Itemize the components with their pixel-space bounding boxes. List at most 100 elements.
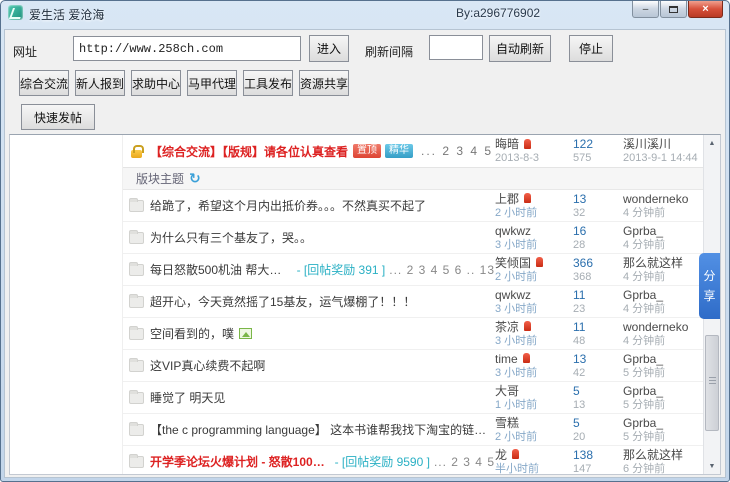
nav-help-center[interactable]: 求助中心 xyxy=(131,70,181,96)
thread-title[interactable]: 超开心，今天竟然摇了15基友，运气爆棚了！！！ xyxy=(150,293,415,310)
thread-last-poster[interactable]: wonderneko xyxy=(623,320,703,334)
thread-pagination[interactable]: ... 2 3 4 5 6 .. 13 xyxy=(389,263,495,277)
thread-last-time: 4 分钟前 xyxy=(623,206,703,220)
quick-post-button[interactable]: 快速发帖 xyxy=(21,104,95,130)
thread-author[interactable]: 雪糕 xyxy=(495,416,519,430)
thread-title[interactable]: 给跪了，希望这个月内出抵价券。。。不然真买不起了 xyxy=(150,197,426,214)
thread-post-time: 3 小时前 xyxy=(495,302,573,316)
thread-view-count: 368 xyxy=(573,270,623,284)
share-tab[interactable]: 分享 xyxy=(699,253,720,319)
thread-folder-icon xyxy=(129,264,144,276)
thread-reply-count: 366 xyxy=(573,256,623,270)
sticky-author[interactable]: 晦暗 xyxy=(495,137,519,151)
thread-author[interactable]: qwkwz xyxy=(495,288,531,302)
thread-last-poster[interactable]: wonderneko xyxy=(623,192,703,206)
forum-nav: 综合交流 新人报到 求助中心 马甲代理 工具发布 资源共享 xyxy=(19,70,349,96)
title-bar[interactable]: 爱生活 爱沧海 By:a296776902 – × xyxy=(1,1,729,29)
thread-folder-icon xyxy=(129,328,144,340)
thread-row[interactable]: 【the c programming language】 这本书谁帮我找下淘宝的… xyxy=(123,414,703,446)
maximize-button[interactable] xyxy=(660,1,687,18)
thread-post-time: 3 小时前 xyxy=(495,366,573,380)
embedded-browser: 【综合交流】【版规】请各位认真查看 置顶 精华 ... 2 3 4 5 晦暗 2… xyxy=(9,134,721,475)
thread-view-count: 32 xyxy=(573,206,623,220)
thread-title[interactable]: 空间看到的，噗 xyxy=(150,325,234,342)
nav-proxy[interactable]: 马甲代理 xyxy=(187,70,237,96)
thread-title[interactable]: 开学季论坛火爆计划 - 怒散10000基友~ xyxy=(150,453,330,470)
thread-pagination[interactable]: ... 2 3 4 5 xyxy=(434,455,495,469)
scrollbar-thumb[interactable] xyxy=(705,335,719,431)
thread-title[interactable]: 睡觉了 明天见 xyxy=(150,389,225,406)
thread-author[interactable]: 龙 xyxy=(495,448,507,462)
thread-post-time: 2 小时前 xyxy=(495,430,573,444)
refresh-icon[interactable]: ↻ xyxy=(189,170,201,187)
new-indicator-icon xyxy=(512,449,519,459)
section-header: 版块主题 ↻ xyxy=(123,168,703,190)
thread-row[interactable]: 睡觉了 明天见 大哥 1 小时前 5 13 Gprba_ 5 分钟前 xyxy=(123,382,703,414)
thread-row[interactable]: 这VIP真心续费不起啊 time 3 小时前 13 42 Gprba_ 5 分钟… xyxy=(123,350,703,382)
thread-row[interactable]: 超开心，今天竟然摇了15基友，运气爆棚了！！！ qwkwz 3 小时前 11 2… xyxy=(123,286,703,318)
thread-title[interactable]: 为什么只有三个基友了，哭。。 xyxy=(150,229,312,246)
minimize-button[interactable]: – xyxy=(632,1,659,18)
elite-badge: 精华 xyxy=(385,144,413,158)
image-attachment-icon xyxy=(239,328,252,339)
thread-row[interactable]: 开学季论坛火爆计划 - 怒散10000基友~ - [回帖奖励 9590 ] ..… xyxy=(123,446,703,475)
thread-reply-count: 5 xyxy=(573,384,623,398)
thread-author[interactable]: 上郡 xyxy=(495,192,519,206)
thread-last-time: 5 分钟前 xyxy=(623,430,703,444)
thread-last-time: 4 分钟前 xyxy=(623,302,703,316)
thread-reward: - [回帖奖励 9590 ] xyxy=(335,453,430,470)
sticky-reply-count: 122 xyxy=(573,137,623,151)
thread-last-time: 4 分钟前 xyxy=(623,270,703,284)
scroll-down-icon[interactable]: ▼ xyxy=(704,458,720,474)
thread-last-time: 5 分钟前 xyxy=(623,398,703,412)
sticky-date: 2013-8-3 xyxy=(495,151,573,165)
thread-author[interactable]: time xyxy=(495,352,518,366)
thread-folder-icon xyxy=(129,424,144,436)
thread-last-poster[interactable]: 那么就这样 xyxy=(623,448,703,462)
sticky-last-poster[interactable]: 溪川溪川 xyxy=(623,137,703,151)
thread-title[interactable]: 这VIP真心续费不起啊 xyxy=(150,357,265,374)
refresh-interval-input[interactable] xyxy=(429,35,483,60)
thread-last-poster[interactable]: Gprba_ xyxy=(623,352,703,366)
app-icon xyxy=(8,5,23,20)
thread-author[interactable]: qwkwz xyxy=(495,224,531,238)
thread-last-poster[interactable]: Gprba_ xyxy=(623,224,703,238)
thread-view-count: 20 xyxy=(573,430,623,444)
scroll-up-icon[interactable]: ▲ xyxy=(704,135,720,151)
nav-general-chat[interactable]: 综合交流 xyxy=(19,70,69,96)
nav-tools[interactable]: 工具发布 xyxy=(243,70,293,96)
stop-button[interactable]: 停止 xyxy=(569,35,613,62)
thread-last-time: 4 分钟前 xyxy=(623,334,703,348)
sticky-thread-row[interactable]: 【综合交流】【版规】请各位认真查看 置顶 精华 ... 2 3 4 5 晦暗 2… xyxy=(123,135,703,168)
thread-row[interactable]: 给跪了，希望这个月内出抵价券。。。不然真买不起了 上郡 2 小时前 13 32 … xyxy=(123,190,703,222)
thread-folder-icon xyxy=(129,232,144,244)
thread-row[interactable]: 为什么只有三个基友了，哭。。 qwkwz 3 小时前 16 28 Gprba_ … xyxy=(123,222,703,254)
new-indicator-icon xyxy=(524,193,531,203)
thread-reply-count: 11 xyxy=(573,288,623,302)
sticky-pagination[interactable]: ... 2 3 4 5 xyxy=(421,144,493,158)
sticky-thread-title[interactable]: 【综合交流】【版规】请各位认真查看 xyxy=(150,143,348,160)
auto-refresh-button[interactable]: 自动刷新 xyxy=(489,35,551,62)
go-button[interactable]: 进入 xyxy=(309,35,349,62)
sticky-view-count: 575 xyxy=(573,151,623,165)
thread-last-poster[interactable]: 那么就这样 xyxy=(623,256,703,270)
nav-resources[interactable]: 资源共享 xyxy=(299,70,349,96)
thread-last-poster[interactable]: Gprba_ xyxy=(623,416,703,430)
nav-newcomers[interactable]: 新人报到 xyxy=(75,70,125,96)
window-title: 爱生活 爱沧海 xyxy=(29,6,104,23)
close-icon: × xyxy=(702,3,708,15)
thread-title[interactable]: 【the c programming language】 这本书谁帮我找下淘宝的… xyxy=(150,421,495,438)
thread-author[interactable]: 笑倾国 xyxy=(495,256,531,270)
thread-reward: - [回帖奖励 391 ] xyxy=(297,261,386,278)
thread-row[interactable]: 空间看到的，噗 茶凉 3 小时前 11 48 wonderneko 4 分钟前 xyxy=(123,318,703,350)
thread-author[interactable]: 大哥 xyxy=(495,384,519,398)
thread-last-poster[interactable]: Gprba_ xyxy=(623,384,703,398)
sticky-last-time: 2013-9-1 14:44 xyxy=(623,151,703,165)
thread-title[interactable]: 每日怒散500机油 帮大家做任务 xyxy=(150,261,292,278)
url-input[interactable] xyxy=(73,36,301,61)
new-indicator-icon xyxy=(536,257,543,267)
thread-author[interactable]: 茶凉 xyxy=(495,320,519,334)
thread-row[interactable]: 每日怒散500机油 帮大家做任务 - [回帖奖励 391 ] ... 2 3 4… xyxy=(123,254,703,286)
close-button[interactable]: × xyxy=(688,1,723,18)
thread-last-poster[interactable]: Gprba_ xyxy=(623,288,703,302)
